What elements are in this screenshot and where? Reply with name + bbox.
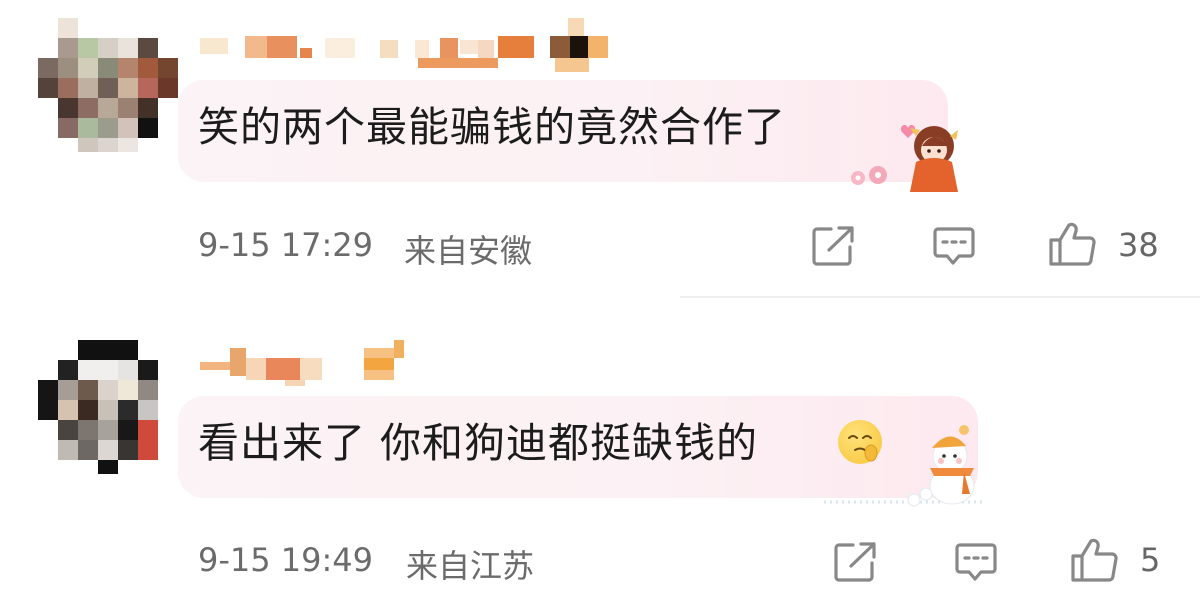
like-count: 38 bbox=[1118, 226, 1159, 264]
comment-time: 9-15 17:29 bbox=[198, 226, 374, 264]
reply-icon[interactable] bbox=[953, 541, 999, 583]
like-icon[interactable] bbox=[1069, 537, 1119, 583]
share-icon[interactable] bbox=[811, 225, 857, 267]
comment-text: 笑的两个最能骗钱的竟然合作了 bbox=[198, 103, 786, 151]
username[interactable] bbox=[200, 340, 420, 386]
girl-sticker bbox=[851, 125, 958, 192]
like-icon[interactable] bbox=[1047, 221, 1097, 267]
share-icon[interactable] bbox=[833, 541, 879, 583]
comment-location: 来自江苏 bbox=[406, 547, 535, 585]
comment-location: 来自安徽 bbox=[404, 232, 533, 270]
reply-icon[interactable] bbox=[931, 225, 977, 267]
username[interactable] bbox=[200, 18, 620, 72]
snowman-sticker bbox=[824, 425, 984, 507]
avatar[interactable] bbox=[38, 18, 178, 158]
comment-item: 笑的两个最能骗钱的竟然合作了 9-15 17:29 来自安徽 38 bbox=[0, 0, 1200, 298]
comment-text: 看出来了 你和狗迪都挺缺钱的 bbox=[198, 419, 759, 467]
comment-item: 看出来了 你和狗迪都挺缺钱的 9-15 19:49 来自江苏 5 bbox=[0, 298, 1200, 607]
avatar[interactable] bbox=[38, 340, 158, 480]
like-count: 5 bbox=[1140, 541, 1161, 579]
comment-time: 9-15 19:49 bbox=[198, 541, 374, 579]
